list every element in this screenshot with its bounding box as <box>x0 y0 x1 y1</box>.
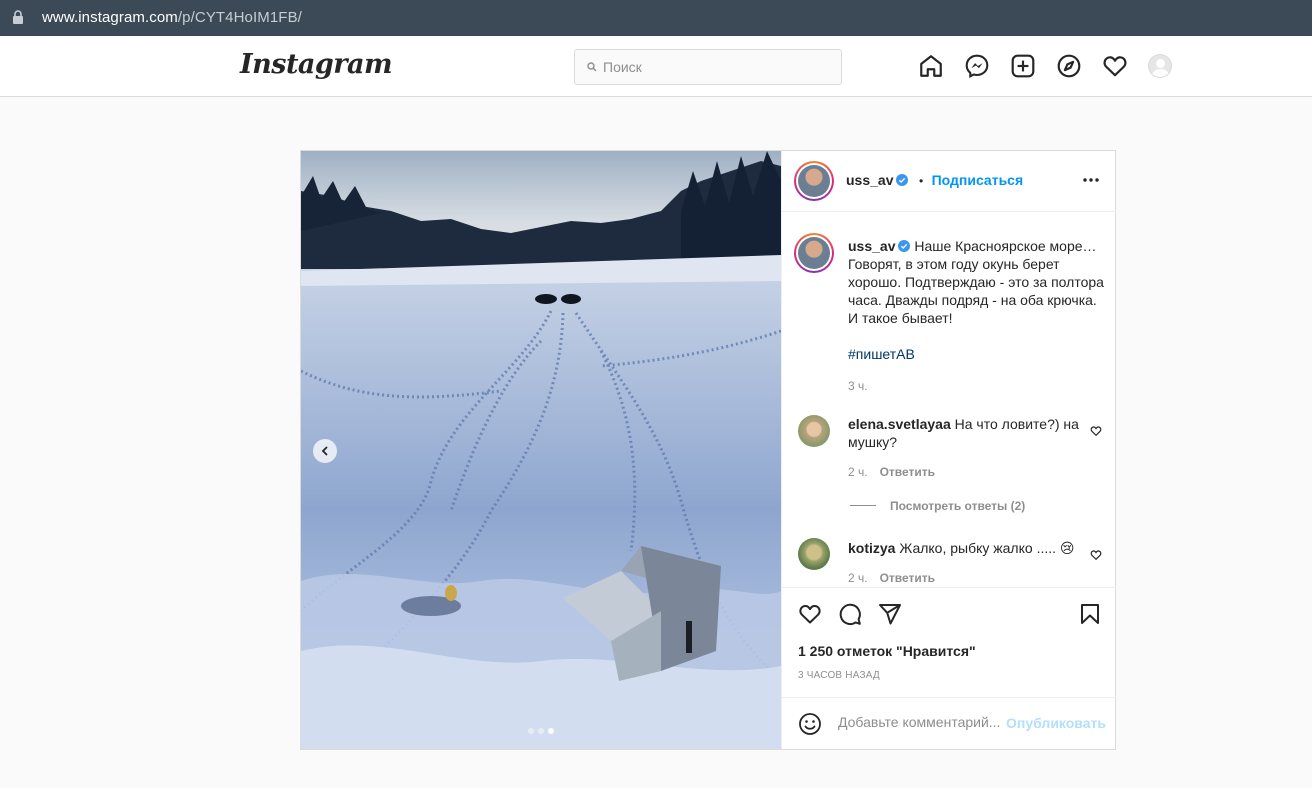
comment-like-icon[interactable] <box>1090 549 1102 561</box>
explore-icon[interactable] <box>1056 53 1082 79</box>
frozen-lake-photo <box>301 151 781 749</box>
verified-badge-icon <box>896 174 909 186</box>
separator: • <box>918 174 924 188</box>
share-send-icon[interactable] <box>878 602 902 626</box>
instagram-logo[interactable]: Instagram <box>240 49 393 80</box>
publish-button[interactable]: Опубликовать <box>1006 715 1106 731</box>
browser-url-bar[interactable]: www.instagram.com/p/CYT4HoIM1FB/ <box>0 0 1312 36</box>
commenter-avatar[interactable] <box>798 415 830 447</box>
top-nav <box>918 53 1172 79</box>
lock-icon <box>13 10 23 24</box>
comment-username[interactable]: elena.svetlayaa <box>848 416 951 432</box>
comment-like-icon[interactable] <box>1090 425 1102 437</box>
carousel-dot <box>538 728 544 734</box>
post-photo[interactable] <box>301 151 781 749</box>
comment-age: 2 ч. <box>848 571 868 585</box>
profile-avatar[interactable] <box>1148 54 1172 78</box>
carousel-prev-button[interactable] <box>313 439 337 463</box>
verified-badge-icon <box>898 240 911 252</box>
follow-button[interactable]: Подписаться <box>932 172 1024 188</box>
author-username[interactable]: uss_av <box>846 172 893 188</box>
reply-button[interactable]: Ответить <box>880 465 935 479</box>
like-heart-icon[interactable] <box>798 602 822 626</box>
author-avatar[interactable] <box>794 161 834 201</box>
carousel-indicators <box>528 728 554 734</box>
comment-item: kotizya Жалко, рыбку жалко ..... 😢 2 ч. О… <box>848 539 1084 585</box>
view-replies-button[interactable]: Посмотреть ответы (2) <box>850 497 1025 515</box>
messenger-icon[interactable] <box>964 53 990 79</box>
search-icon <box>587 62 597 72</box>
comments-list[interactable]: uss_av Наше Красноярское море… Говорят, … <box>782 213 1116 585</box>
view-replies-label: Посмотреть ответы (2) <box>890 499 1026 513</box>
search-box[interactable] <box>574 49 842 85</box>
comment-input[interactable] <box>838 714 1008 730</box>
posted-time[interactable]: 3 ЧАСОВ НАЗАД <box>798 670 880 681</box>
post-card: uss_av • Подписаться uss_av Наше Красноя… <box>300 150 1116 750</box>
instagram-header: Instagram <box>0 36 1312 97</box>
comment-username[interactable]: kotizya <box>848 540 895 556</box>
url-text[interactable]: www.instagram.com/p/CYT4HoIM1FB/ <box>42 9 302 26</box>
post-header: uss_av • Подписаться <box>782 151 1116 212</box>
post-sidebar: uss_av • Подписаться uss_av Наше Красноя… <box>781 151 1116 749</box>
carousel-dot-active <box>548 728 554 734</box>
likes-count[interactable]: 1 250 отметок "Нравится" <box>798 643 976 659</box>
home-icon[interactable] <box>918 53 944 79</box>
activity-heart-icon[interactable] <box>1102 53 1128 79</box>
comment-item: elena.svetlayaa На что ловите?) на мушку… <box>848 415 1084 479</box>
commenter-avatar[interactable] <box>798 538 830 570</box>
more-options-icon[interactable] <box>1082 177 1100 183</box>
caption-age: 3 ч. <box>848 379 868 393</box>
comment-text: Жалко, рыбку жалко ..... 😢 <box>899 540 1075 556</box>
caption: uss_av Наше Красноярское море… Говорят, … <box>848 237 1104 393</box>
search-input[interactable] <box>603 59 823 75</box>
emoji-icon[interactable] <box>798 712 822 736</box>
new-post-icon[interactable] <box>1010 53 1036 79</box>
add-comment-bar: Опубликовать <box>782 697 1116 749</box>
carousel-dot <box>528 728 534 734</box>
author-avatar-caption[interactable] <box>794 233 834 273</box>
reply-button[interactable]: Ответить <box>880 571 935 585</box>
comment-age: 2 ч. <box>848 465 868 479</box>
bookmark-icon[interactable] <box>1078 602 1102 626</box>
hashtag-link[interactable]: #пишетАВ <box>848 345 1104 363</box>
post-actions: 1 250 отметок "Нравится" 3 ЧАСОВ НАЗАД <box>782 587 1116 698</box>
chevron-left-icon <box>321 446 328 456</box>
caption-username[interactable]: uss_av <box>848 238 895 254</box>
comment-bubble-icon[interactable] <box>838 602 862 626</box>
